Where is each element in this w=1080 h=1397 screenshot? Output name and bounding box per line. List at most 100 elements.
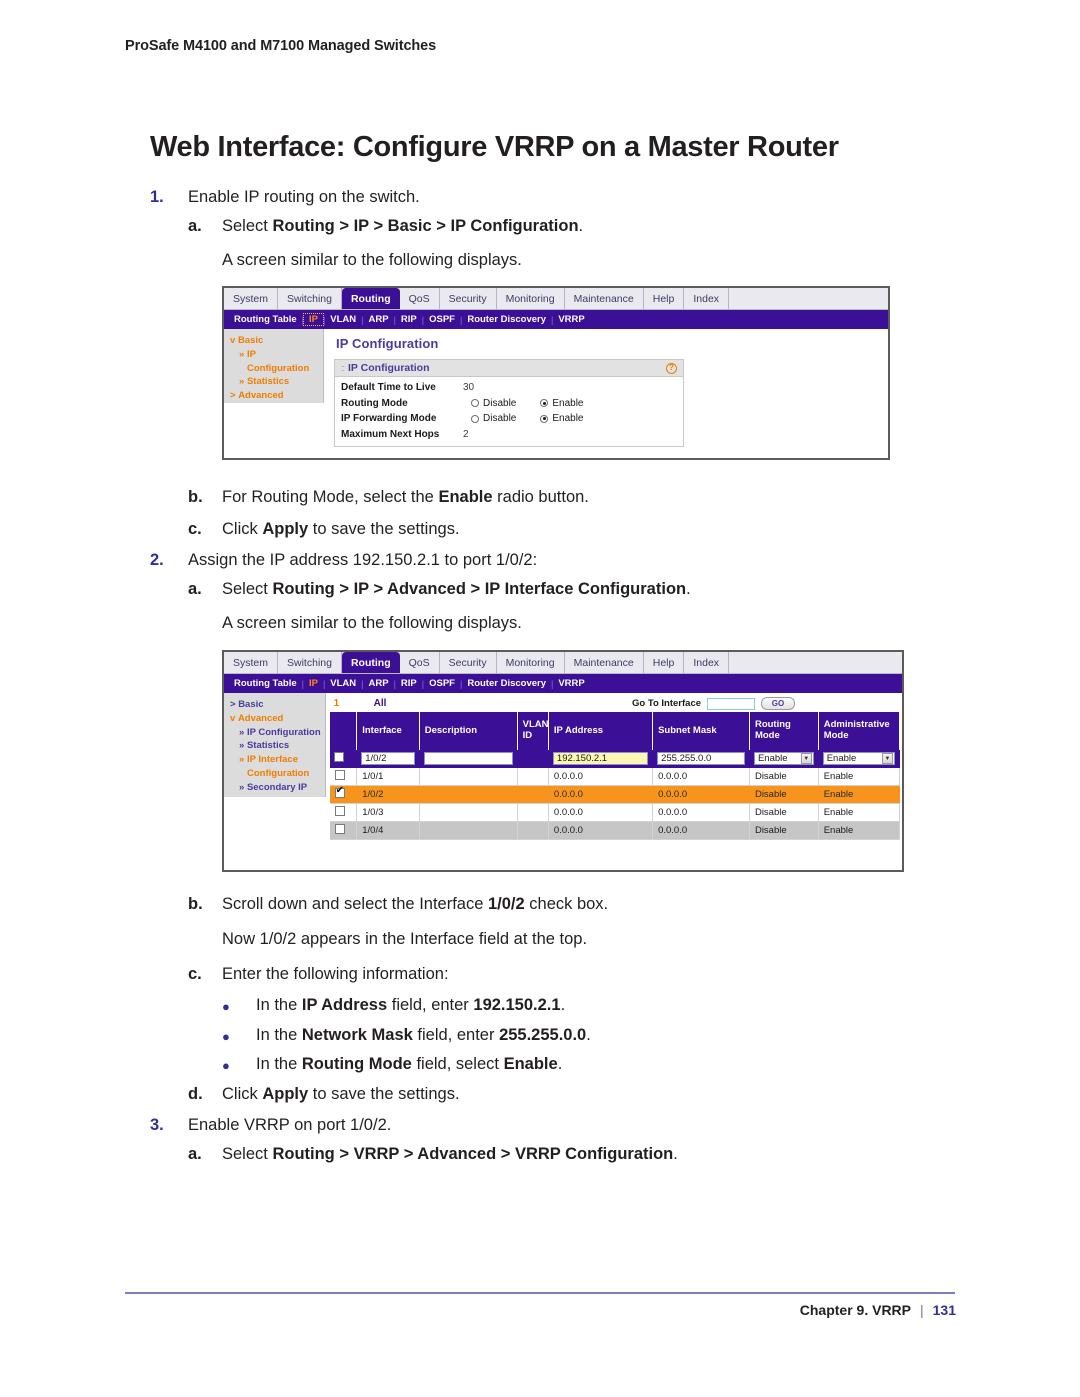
edit-row-description-cell[interactable]	[419, 750, 518, 768]
s2-subnav-vrrp[interactable]: VRRP	[553, 678, 589, 689]
s2-sidebar-item-ip-interface[interactable]: » IP Interface	[228, 753, 321, 767]
s2-goto-group: Go To Interface GO	[632, 697, 900, 710]
s2-subnav-ip[interactable]: IP	[304, 678, 323, 689]
s2-tab-switching[interactable]: Switching	[278, 652, 342, 673]
step-1a-marker: a.	[188, 217, 202, 235]
step-2a-marker: a.	[188, 580, 202, 598]
table-row[interactable]: 1/0/2 0.0.0.0 0.0.0.0 Disable Enable	[329, 785, 901, 804]
s2-tab-maintenance[interactable]: Maintenance	[564, 652, 644, 673]
s2-tab-qos[interactable]: QoS	[399, 652, 440, 673]
s2-sidebar-item-secondary-ip[interactable]: » Secondary IP	[228, 781, 321, 795]
edit-row-routing-cell[interactable]: Enable ▼	[749, 750, 819, 768]
row-checkbox-cell[interactable]	[329, 785, 358, 804]
row-checkbox-cell[interactable]	[329, 767, 358, 786]
s1-radio-routing-disable[interactable]: Disable	[471, 398, 516, 409]
s1-sidebar-item-ip[interactable]: » IP	[228, 348, 319, 362]
table-row[interactable]: 1/0/1 0.0.0.0 0.0.0.0 Disable Enable	[329, 767, 901, 786]
chevron-down-icon[interactable]: ▼	[882, 753, 894, 764]
s2-sidebar-item-ip-configuration[interactable]: » IP Configuration	[228, 726, 321, 740]
s2-sidebar-item-statistics[interactable]: » Statistics	[228, 739, 321, 753]
s1-tab-security[interactable]: Security	[439, 288, 497, 309]
s2-subnav-routing-table[interactable]: Routing Table	[229, 678, 302, 689]
b1-mid: field, enter	[387, 996, 474, 1014]
s2-subnav-router-discovery[interactable]: Router Discovery	[462, 678, 551, 689]
s1-sidebar-item-statistics[interactable]: » Statistics	[228, 375, 319, 389]
s1-field-max-next-hops: Maximum Next Hops 2	[335, 427, 683, 443]
s1-subnav-vrrp[interactable]: VRRP	[553, 314, 589, 325]
checkbox-icon[interactable]	[334, 824, 345, 834]
s1-radio-routing-enable[interactable]: Enable	[540, 398, 584, 409]
s1-subnav-router-discovery[interactable]: Router Discovery	[462, 314, 551, 325]
s1-tab-system[interactable]: System	[224, 288, 279, 309]
s1-subnav-rip[interactable]: RIP	[396, 314, 422, 325]
s1-tab-routing[interactable]: Routing	[341, 288, 400, 309]
step-2c-marker: c.	[188, 965, 202, 983]
s2-subnav-arp[interactable]: ARP	[364, 678, 394, 689]
s1-sidebar-item-configuration[interactable]: Configuration	[228, 362, 319, 376]
s1-subnav-ospf[interactable]: OSPF	[424, 314, 460, 325]
row-vlan-id	[517, 785, 549, 804]
step-1b: b. For Routing Mode, select the Enable r…	[188, 488, 589, 507]
edit-row-interface-cell[interactable]: 1/0/2	[356, 750, 420, 768]
s1-subnav-ip[interactable]: IP	[302, 313, 324, 326]
s1-value-max-next-hops[interactable]: 2	[463, 429, 469, 440]
checkbox-icon[interactable]	[334, 806, 345, 816]
bullet-icon: ●	[222, 1058, 230, 1073]
edit-row-admin-cell[interactable]: Enable ▼	[818, 750, 901, 768]
table-row[interactable]: 1/0/4 0.0.0.0 0.0.0.0 Disable Enable	[329, 821, 901, 840]
help-icon[interactable]: ?	[666, 362, 677, 374]
s1-tab-index[interactable]: Index	[684, 288, 730, 309]
s1-subnav-routing-table[interactable]: Routing Table	[229, 314, 302, 325]
b1-post: .	[560, 996, 566, 1014]
s1-tab-switching[interactable]: Switching	[278, 288, 342, 309]
s2-subnav-ospf[interactable]: OSPF	[424, 678, 460, 689]
s2-page-indicator[interactable]: 1	[334, 698, 374, 709]
edit-row-checkbox-cell[interactable]	[329, 750, 358, 768]
s2-sidebar-item-configuration[interactable]: Configuration	[228, 767, 321, 781]
s2-subnav-vlan[interactable]: VLAN	[325, 678, 361, 689]
s1-tab-qos[interactable]: QoS	[399, 288, 440, 309]
s1-radio-label-fwd-disable: Disable	[483, 413, 517, 425]
administrative-mode-select[interactable]: Enable ▼	[822, 752, 896, 765]
s1-tab-monitoring[interactable]: Monitoring	[496, 288, 565, 309]
table-row[interactable]: 1/0/3 0.0.0.0 0.0.0.0 Disable Enable	[329, 803, 901, 822]
s2-tab-system[interactable]: System	[224, 652, 279, 673]
screenshot-ip-configuration: System Switching Routing QoS Security Mo…	[222, 286, 890, 460]
go-button[interactable]: GO	[761, 697, 796, 710]
goto-interface-input[interactable]	[707, 697, 756, 710]
s1-subnav-arp[interactable]: ARP	[364, 314, 394, 325]
s1-sidebar-item-basic[interactable]: v Basic	[228, 334, 319, 348]
checkbox-icon[interactable]	[334, 770, 345, 780]
s2-tab-index[interactable]: Index	[684, 652, 730, 673]
chevron-down-icon[interactable]: ▼	[800, 753, 812, 764]
s1-tab-maintenance[interactable]: Maintenance	[564, 288, 644, 309]
routing-mode-select[interactable]: Enable ▼	[753, 752, 814, 765]
s1-tab-help[interactable]: Help	[643, 288, 685, 309]
edit-row-subnet-cell[interactable]: 255.255.0.0	[652, 750, 750, 768]
subnet-mask-input[interactable]: 255.255.0.0	[657, 752, 745, 765]
s2-sidebar-item-basic[interactable]: > Basic	[228, 698, 321, 712]
s2-sidebar-item-advanced[interactable]: v Advanced	[228, 712, 321, 726]
s2-tab-security[interactable]: Security	[439, 652, 497, 673]
description-input[interactable]	[423, 752, 513, 765]
s1-sidebar-item-advanced[interactable]: > Advanced	[228, 389, 319, 403]
row-subnet-mask: 0.0.0.0	[652, 785, 750, 804]
s2-all-label[interactable]: All	[374, 698, 387, 709]
s1-radio-fwd-disable[interactable]: Disable	[471, 413, 516, 424]
s2-tab-routing[interactable]: Routing	[341, 652, 400, 673]
row-checkbox-cell[interactable]	[329, 803, 358, 822]
s1-subnav-vlan[interactable]: VLAN	[325, 314, 361, 325]
s2-tab-monitoring[interactable]: Monitoring	[496, 652, 565, 673]
ip-address-input[interactable]: 192.150.2.1	[552, 752, 649, 765]
row-checkbox-cell[interactable]	[329, 821, 358, 840]
checkbox-icon-checked[interactable]	[334, 786, 345, 798]
s2-tab-help[interactable]: Help	[643, 652, 685, 673]
checkbox-icon-edit[interactable]	[333, 752, 344, 762]
grip-icon: ::	[341, 363, 345, 373]
edit-row-ip-cell[interactable]: 192.150.2.1	[548, 750, 654, 768]
s1-radio-fwd-enable[interactable]: Enable	[540, 413, 584, 424]
interface-input[interactable]: 1/0/2	[361, 752, 415, 765]
s1-value-default-ttl[interactable]: 30	[463, 382, 474, 393]
step-1c-post: to save the settings.	[308, 520, 460, 538]
s2-subnav-rip[interactable]: RIP	[396, 678, 422, 689]
